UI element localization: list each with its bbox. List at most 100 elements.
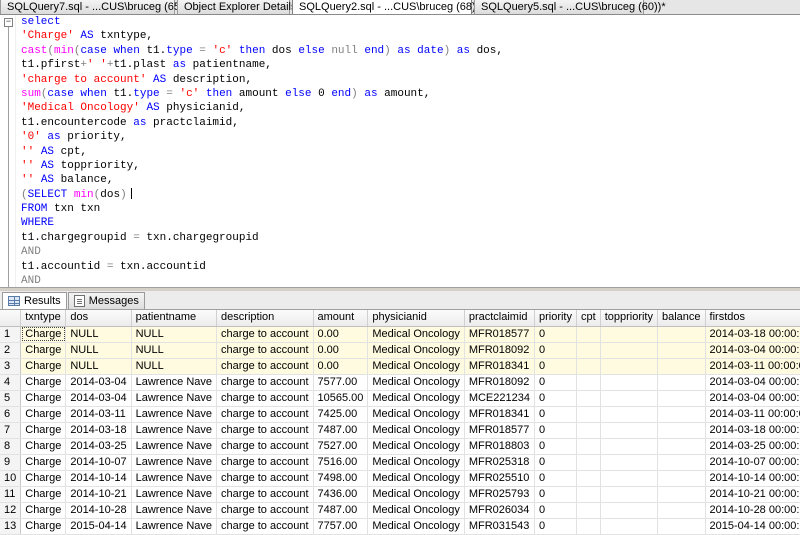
grid-cell-description[interactable]: charge to account <box>216 518 314 535</box>
grid-cell-txntype[interactable]: Charge <box>20 486 67 503</box>
code-line[interactable]: 'Medical Oncology' AS physicianid, <box>21 101 503 115</box>
grid-cell-firstdos[interactable]: 2014-03-04 00:00:00.000 <box>705 374 800 391</box>
grid-cell-cpt[interactable] <box>576 470 601 487</box>
grid-cell-priority[interactable]: 0 <box>534 502 578 519</box>
grid-cell-amount[interactable]: 7425.00 <box>313 406 369 423</box>
row-number[interactable]: 2 <box>0 342 22 359</box>
grid-cell-dos[interactable]: 2015-04-14 <box>65 518 132 535</box>
grid-cell-patientname[interactable]: Lawrence Nave <box>131 422 218 439</box>
table-row[interactable]: 12 Charge 2014-10-28 Lawrence Nave charge to… <box>0 502 800 519</box>
grid-cell-priority[interactable]: 0 <box>534 342 578 359</box>
grid-cell-description[interactable]: charge to account <box>216 358 314 375</box>
grid-cell-firstdos[interactable]: 2014-03-11 00:00:00.000 <box>705 358 800 375</box>
row-number[interactable]: 13 <box>0 518 22 535</box>
grid-cell-amount[interactable]: 7436.00 <box>313 486 369 503</box>
grid-cell-amount[interactable]: 0.00 <box>313 358 369 375</box>
grid-cell-firstdos[interactable]: 2014-10-21 00:00:00.000 <box>705 486 800 503</box>
grid-cell-toppriority[interactable] <box>600 326 658 343</box>
grid-cell-balance[interactable] <box>657 406 706 423</box>
grid-cell-amount[interactable]: 7527.00 <box>313 438 369 455</box>
code-line[interactable]: t1.encountercode as practclaimid, <box>21 116 503 130</box>
grid-cell-cpt[interactable] <box>576 406 601 423</box>
column-header-dos[interactable]: dos <box>65 310 132 327</box>
grid-cell-txntype[interactable]: Charge <box>20 342 67 359</box>
code-line[interactable]: cast(min(case when t1.type = 'c' then do… <box>21 44 503 58</box>
grid-cell-txntype[interactable]: Charge <box>20 326 67 343</box>
grid-cell-practclaimid[interactable]: MFR018341 <box>464 406 535 423</box>
tab-sqlquery7[interactable]: SQLQuery7.sql - ...CUS\bruceg (65))* <box>0 0 192 14</box>
tab-sqlquery2[interactable]: SQLQuery2.sql - ...CUS\bruceg (68))* <box>292 0 484 14</box>
grid-cell-priority[interactable]: 0 <box>534 518 578 535</box>
grid-cell-balance[interactable] <box>657 358 706 375</box>
grid-cell-balance[interactable] <box>657 390 706 407</box>
code-line[interactable]: sum(case when t1.type = 'c' then amount … <box>21 87 503 101</box>
grid-cell-toppriority[interactable] <box>600 486 658 503</box>
column-header-priority[interactable]: priority <box>534 310 578 327</box>
grid-cell-description[interactable]: charge to account <box>216 406 314 423</box>
grid-cell-txntype[interactable]: Charge <box>20 470 67 487</box>
grid-cell-txntype[interactable]: Charge <box>20 390 67 407</box>
row-number[interactable]: 4 <box>0 374 22 391</box>
grid-cell-physicianid[interactable]: Medical Oncology <box>367 406 465 423</box>
row-number[interactable]: 10 <box>0 470 22 487</box>
grid-cell-patientname[interactable]: Lawrence Nave <box>131 438 218 455</box>
grid-cell-dos[interactable]: NULL <box>65 358 132 375</box>
code-line[interactable]: '' AS balance, <box>21 173 503 187</box>
code-line[interactable]: '' AS cpt, <box>21 145 503 159</box>
grid-cell-practclaimid[interactable]: MCE221234 <box>464 390 535 407</box>
grid-cell-balance[interactable] <box>657 502 706 519</box>
grid-cell-balance[interactable] <box>657 470 706 487</box>
grid-cell-cpt[interactable] <box>576 422 601 439</box>
grid-cell-cpt[interactable] <box>576 454 601 471</box>
grid-cell-txntype[interactable]: Charge <box>20 438 67 455</box>
grid-cell-description[interactable]: charge to account <box>216 486 314 503</box>
grid-cell-description[interactable]: charge to account <box>216 342 314 359</box>
grid-cell-firstdos[interactable]: 2014-10-07 00:00:00.000 <box>705 454 800 471</box>
row-number[interactable]: 6 <box>0 406 22 423</box>
grid-cell-firstdos[interactable]: 2014-10-14 00:00:00.000 <box>705 470 800 487</box>
row-number[interactable]: 8 <box>0 438 22 455</box>
grid-cell-dos[interactable]: 2014-03-04 <box>65 390 132 407</box>
column-header-toppriority[interactable]: toppriority <box>600 310 658 327</box>
column-header-amount[interactable]: amount <box>313 310 369 327</box>
grid-cell-toppriority[interactable] <box>600 470 658 487</box>
grid-cell-balance[interactable] <box>657 454 706 471</box>
grid-cell-patientname[interactable]: Lawrence Nave <box>131 390 218 407</box>
table-row[interactable]: 5 Charge 2014-03-04 Lawrence Nave charge to … <box>0 390 800 407</box>
code-line[interactable]: select <box>21 15 503 29</box>
grid-cell-dos[interactable]: 2014-10-07 <box>65 454 132 471</box>
grid-cell-txntype[interactable]: Charge <box>20 406 67 423</box>
grid-cell-toppriority[interactable] <box>600 422 658 439</box>
grid-cell-firstdos[interactable]: 2014-03-04 00:00:00.000 <box>705 342 800 359</box>
code-line[interactable]: t1.chargegroupid = txn.chargegroupid <box>21 231 503 245</box>
row-number[interactable]: 5 <box>0 390 22 407</box>
grid-cell-physicianid[interactable]: Medical Oncology <box>367 486 465 503</box>
table-row[interactable]: 10 Charge 2014-10-14 Lawrence Nave charge to… <box>0 470 800 487</box>
grid-cell-description[interactable]: charge to account <box>216 454 314 471</box>
grid-cell-practclaimid[interactable]: MFR018577 <box>464 326 535 343</box>
grid-cell-dos[interactable]: 2014-10-21 <box>65 486 132 503</box>
grid-cell-patientname[interactable]: Lawrence Nave <box>131 518 218 535</box>
grid-cell-patientname[interactable]: Lawrence Nave <box>131 502 218 519</box>
grid-cell-priority[interactable]: 0 <box>534 390 578 407</box>
table-row[interactable]: 8 Charge 2014-03-25 Lawrence Nave charge to … <box>0 438 800 455</box>
table-row[interactable]: 9 Charge 2014-10-07 Lawrence Nave charge to … <box>0 454 800 471</box>
row-number[interactable]: 12 <box>0 502 22 519</box>
grid-cell-firstdos[interactable]: 2014-03-04 00:00:00.000 <box>705 390 800 407</box>
grid-cell-dos[interactable]: NULL <box>65 342 132 359</box>
grid-cell-cpt[interactable] <box>576 438 601 455</box>
grid-cell-amount[interactable]: 7487.00 <box>313 502 369 519</box>
grid-cell-toppriority[interactable] <box>600 454 658 471</box>
grid-cell-toppriority[interactable] <box>600 438 658 455</box>
grid-cell-toppriority[interactable] <box>600 358 658 375</box>
grid-cell-physicianid[interactable]: Medical Oncology <box>367 374 465 391</box>
grid-cell-physicianid[interactable]: Medical Oncology <box>367 470 465 487</box>
grid-cell-description[interactable]: charge to account <box>216 438 314 455</box>
grid-cell-amount[interactable]: 7757.00 <box>313 518 369 535</box>
grid-cell-practclaimid[interactable]: MFR018092 <box>464 342 535 359</box>
column-header-patientname[interactable]: patientname <box>131 310 218 327</box>
grid-cell-practclaimid[interactable]: MFR018092 <box>464 374 535 391</box>
table-row[interactable]: 6 Charge 2014-03-11 Lawrence Nave charge to … <box>0 406 800 423</box>
grid-cell-practclaimid[interactable]: MFR018577 <box>464 422 535 439</box>
grid-cell-txntype[interactable]: Charge <box>20 518 67 535</box>
